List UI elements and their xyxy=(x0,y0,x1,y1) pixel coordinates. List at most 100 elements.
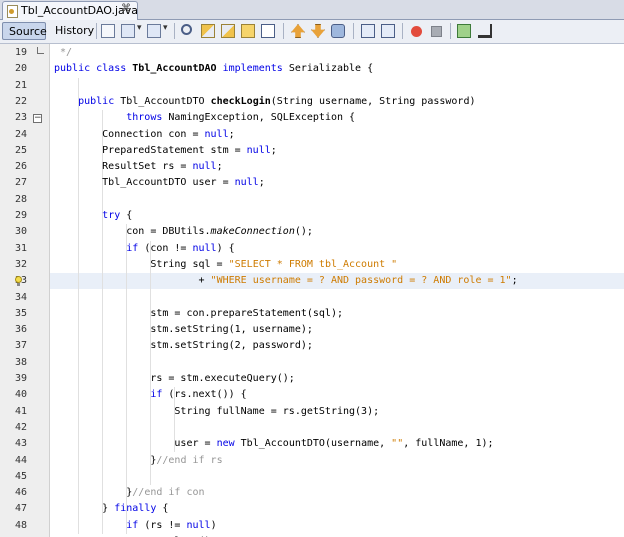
find-previous-icon[interactable] xyxy=(201,24,215,38)
code-token: if xyxy=(150,389,169,401)
code-line[interactable]: }//end if con xyxy=(54,485,205,501)
find-selection-icon[interactable] xyxy=(241,24,255,38)
code-line[interactable]: String fullName = rs.getString(3); xyxy=(54,404,379,420)
code-line[interactable]: */ xyxy=(54,45,72,61)
line-number: 36 xyxy=(14,324,27,336)
code-token: makeConnection xyxy=(210,226,295,238)
back-icon[interactable] xyxy=(121,24,135,38)
code-line[interactable]: stm.setString(2, password); xyxy=(54,338,313,354)
code-line[interactable]: if (rs != null) xyxy=(54,518,216,534)
code-token: Tbl_AccountDTO xyxy=(120,95,211,107)
line-number-gutter: 19 20 21 22 23 24 25 26 27 28 29 30 31 32 33 34 35 36 37 38… xyxy=(0,44,50,537)
code-token: checkLogin xyxy=(210,95,271,107)
code-token: ResultSet rs = xyxy=(54,161,193,173)
code-token: if xyxy=(126,519,145,531)
code-token: ; xyxy=(258,177,265,189)
toggle-bookmark-icon[interactable] xyxy=(331,24,345,38)
forward-icon[interactable] xyxy=(147,24,161,38)
comment-icon[interactable] xyxy=(478,24,492,38)
code-line[interactable]: user = new Tbl_AccountDTO(username, "", … xyxy=(54,436,493,452)
line-number: 31 xyxy=(14,242,27,254)
code-editor[interactable]: */ public class Tbl_AccountDAO implements… xyxy=(50,44,624,537)
line-number: 47 xyxy=(14,503,27,515)
find-next-icon[interactable] xyxy=(221,24,235,38)
line-number: 48 xyxy=(14,519,27,531)
code-token: Tbl_AccountDTO user = xyxy=(54,177,235,189)
code-line[interactable]: stm.setString(1, username); xyxy=(54,322,313,338)
code-line[interactable]: public Tbl_AccountDTO checkLogin(String … xyxy=(54,94,475,110)
line-number: 42 xyxy=(14,421,27,433)
close-tab-icon[interactable]: ⌘ xyxy=(121,3,131,14)
line-number: 27 xyxy=(14,177,27,189)
code-token: null xyxy=(192,161,217,173)
code-token: ; xyxy=(270,144,277,156)
source-tab-button[interactable]: Source xyxy=(2,22,47,40)
code-line[interactable]: try { xyxy=(54,208,132,224)
code-token: */ xyxy=(54,47,73,58)
code-line[interactable]: PreparedStatement stm = null; xyxy=(54,143,277,159)
forward-dropdown-icon[interactable] xyxy=(163,23,169,38)
back-dropdown-icon[interactable] xyxy=(137,23,143,38)
code-token: //end if rs xyxy=(156,454,223,466)
code-token: String sql = xyxy=(54,258,229,270)
history-tab-button[interactable]: History xyxy=(49,22,94,40)
code-token: + xyxy=(54,275,211,287)
toggle-highlight-icon[interactable] xyxy=(261,24,275,38)
line-number: 29 xyxy=(14,210,27,221)
shift-left-icon[interactable] xyxy=(361,24,375,38)
check-file-icon[interactable] xyxy=(457,24,471,38)
lightbulb-hint-icon[interactable] xyxy=(14,276,23,287)
last-edit-icon[interactable] xyxy=(101,24,115,38)
code-token: stm.setString(1, username); xyxy=(54,324,313,336)
line-number: 40 xyxy=(14,389,27,401)
line-number: 46 xyxy=(14,487,27,499)
code-line[interactable]: Connection con = null; xyxy=(54,127,234,143)
code-token: NamingException, SQLException { xyxy=(168,112,356,124)
fold-toggle-icon[interactable]: − xyxy=(33,114,42,124)
code-line[interactable]: public class Tbl_AccountDAO implements S… xyxy=(54,61,373,77)
code-line[interactable]: throws NamingException, SQLException { xyxy=(54,110,355,126)
line-number: 21 xyxy=(14,79,27,91)
code-line[interactable]: Tbl_AccountDTO user = null; xyxy=(54,175,265,191)
toolbar-separator xyxy=(96,23,97,39)
code-line[interactable]: stm = con.prepareStatement(sql); xyxy=(54,306,343,322)
code-token: { xyxy=(162,503,169,515)
line-number: 26 xyxy=(14,161,27,173)
code-line[interactable]: if (con != null) { xyxy=(54,241,234,257)
code-line[interactable]: }//end if rs xyxy=(54,453,223,469)
stop-macro-icon[interactable] xyxy=(431,26,442,37)
code-line[interactable]: con = DBUtils.makeConnection(); xyxy=(54,224,313,240)
previous-bookmark-icon[interactable] xyxy=(291,24,305,38)
code-line[interactable]: ResultSet rs = null; xyxy=(54,159,222,175)
code-token: null xyxy=(234,177,259,189)
start-macro-icon[interactable] xyxy=(411,26,422,37)
line-number: 19 xyxy=(14,47,27,58)
next-bookmark-icon[interactable] xyxy=(311,24,325,38)
code-token: Tbl_AccountDAO xyxy=(132,63,217,75)
code-line[interactable]: } finally { xyxy=(54,501,168,517)
shift-right-icon[interactable] xyxy=(381,24,395,38)
code-token: null xyxy=(192,242,217,254)
code-token: Connection con = xyxy=(54,128,205,140)
line-number: 37 xyxy=(14,340,27,352)
code-line[interactable]: + "WHERE username = ? AND password = ? A… xyxy=(54,273,517,289)
line-number: 39 xyxy=(14,373,27,384)
line-number: 32 xyxy=(14,258,27,270)
code-token: if xyxy=(126,242,145,254)
code-token: new xyxy=(216,438,241,450)
code-line[interactable]: if (rs.next()) { xyxy=(54,387,246,403)
code-token: //end if con xyxy=(132,487,205,499)
code-token: { xyxy=(126,210,133,221)
file-tab[interactable]: Tbl_AccountDAO.java ⌘ xyxy=(2,1,138,20)
line-number: 30 xyxy=(14,226,27,238)
code-token: public xyxy=(78,95,121,107)
ide-editor-window: Tbl_AccountDAO.java ⌘ Source History 19 2… xyxy=(0,0,624,537)
code-token: (String username, String password) xyxy=(270,95,476,107)
find-icon[interactable] xyxy=(181,24,192,35)
code-line[interactable]: rs = stm.executeQuery(); xyxy=(54,371,295,387)
code-line[interactable]: String sql = "SELECT * FROM tbl_Account … xyxy=(54,257,397,273)
code-token: implements xyxy=(216,63,289,75)
editor-toolbar: Source History xyxy=(0,20,624,44)
